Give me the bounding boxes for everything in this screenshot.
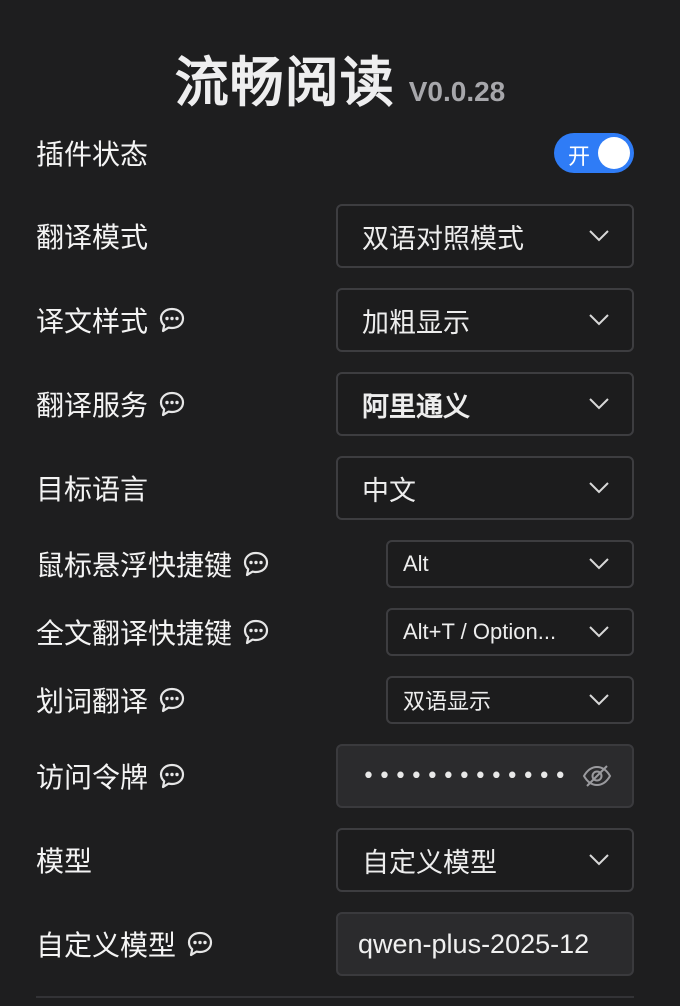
- selection-translate-select[interactable]: 双语显示: [386, 676, 634, 724]
- translate-mode-value: 双语对照模式: [362, 223, 524, 255]
- translate-service-value: 阿里通义: [362, 391, 470, 423]
- app-header: 流畅阅读 V0.0.28: [0, 38, 680, 114]
- selection-translate-row: 划词翻译 双语显示: [36, 676, 634, 724]
- translation-style-label: 译文样式: [36, 300, 186, 340]
- target-language-value: 中文: [362, 475, 416, 507]
- chevron-down-icon: [588, 481, 610, 495]
- custom-model-value: qwen-plus-2025-12: [358, 928, 590, 959]
- hover-hotkey-label-text: 鼠标悬浮快捷键: [36, 549, 233, 582]
- target-language-row: 目标语言 中文: [36, 456, 634, 520]
- fulltext-hotkey-label: 全文翻译快捷键: [36, 612, 270, 652]
- chat-bubble-icon[interactable]: [242, 550, 270, 578]
- access-token-label: 访问令牌: [36, 756, 186, 796]
- hover-hotkey-label: 鼠标悬浮快捷键: [36, 544, 270, 584]
- chevron-down-icon: [588, 229, 610, 243]
- eye-off-icon[interactable]: [582, 762, 612, 790]
- model-row: 模型 自定义模型: [36, 828, 634, 892]
- chevron-down-icon: [588, 625, 610, 639]
- selection-translate-label-text: 划词翻译: [36, 685, 149, 718]
- toggle-state-text: 开: [568, 145, 591, 170]
- custom-model-label-text: 自定义模型: [36, 929, 177, 962]
- fulltext-hotkey-label-text: 全文翻译快捷键: [36, 617, 233, 650]
- fulltext-hotkey-row: 全文翻译快捷键 Alt+T / Option...: [36, 608, 634, 656]
- hover-hotkey-row: 鼠标悬浮快捷键 Alt: [36, 540, 634, 588]
- fulltext-hotkey-select[interactable]: Alt+T / Option...: [386, 608, 634, 656]
- chat-bubble-icon[interactable]: [242, 618, 270, 646]
- access-token-label-text: 访问令牌: [36, 761, 149, 794]
- target-language-label: 目标语言: [36, 473, 149, 506]
- bottom-divider: [36, 996, 634, 998]
- custom-model-row: 自定义模型 qwen-plus-2025-12: [36, 912, 634, 976]
- custom-model-label: 自定义模型: [36, 924, 214, 964]
- chevron-down-icon: [588, 397, 610, 411]
- access-token-row: 访问令牌 ••••••••••••••••: [36, 744, 634, 808]
- chat-bubble-icon[interactable]: [158, 390, 186, 418]
- chat-bubble-icon[interactable]: [158, 762, 186, 790]
- selection-translate-value: 双语显示: [403, 690, 492, 715]
- access-token-input[interactable]: ••••••••••••••••: [336, 744, 634, 808]
- translate-service-select[interactable]: 阿里通义: [336, 372, 634, 436]
- chat-bubble-icon[interactable]: [186, 930, 214, 958]
- hover-hotkey-value: Alt: [403, 551, 429, 576]
- target-language-select[interactable]: 中文: [336, 456, 634, 520]
- chevron-down-icon: [588, 853, 610, 867]
- chat-bubble-icon[interactable]: [158, 686, 186, 714]
- translation-style-value: 加粗显示: [362, 307, 470, 339]
- model-value: 自定义模型: [362, 847, 497, 879]
- app-title: 流畅阅读: [174, 51, 395, 114]
- chevron-down-icon: [588, 693, 610, 707]
- translate-mode-select[interactable]: 双语对照模式: [336, 204, 634, 268]
- custom-model-input[interactable]: qwen-plus-2025-12: [336, 912, 634, 976]
- model-label: 模型: [36, 845, 93, 878]
- translation-style-row: 译文样式 加粗显示: [36, 288, 634, 352]
- translation-style-label-text: 译文样式: [36, 305, 149, 338]
- chevron-down-icon: [588, 557, 610, 571]
- translation-style-select[interactable]: 加粗显示: [336, 288, 634, 352]
- translate-service-label: 翻译服务: [36, 384, 186, 424]
- selection-translate-label: 划词翻译: [36, 680, 186, 720]
- translate-service-label-text: 翻译服务: [36, 389, 149, 422]
- plugin-status-label: 插件状态: [36, 138, 149, 171]
- chat-bubble-icon[interactable]: [158, 306, 186, 334]
- translate-mode-label: 翻译模式: [36, 221, 149, 254]
- translate-mode-row: 翻译模式 双语对照模式: [36, 204, 634, 268]
- chevron-down-icon: [588, 313, 610, 327]
- access-token-masked-value: ••••••••••••••••: [362, 763, 572, 789]
- toggle-knob: [598, 137, 630, 169]
- model-select[interactable]: 自定义模型: [336, 828, 634, 892]
- plugin-status-row: 插件状态 开: [36, 131, 634, 175]
- app-version: V0.0.28: [408, 76, 506, 107]
- fulltext-hotkey-value: Alt+T / Option...: [403, 619, 557, 644]
- translate-service-row: 翻译服务 阿里通义: [36, 372, 634, 436]
- hover-hotkey-select[interactable]: Alt: [386, 540, 634, 588]
- plugin-status-toggle[interactable]: 开: [554, 133, 634, 173]
